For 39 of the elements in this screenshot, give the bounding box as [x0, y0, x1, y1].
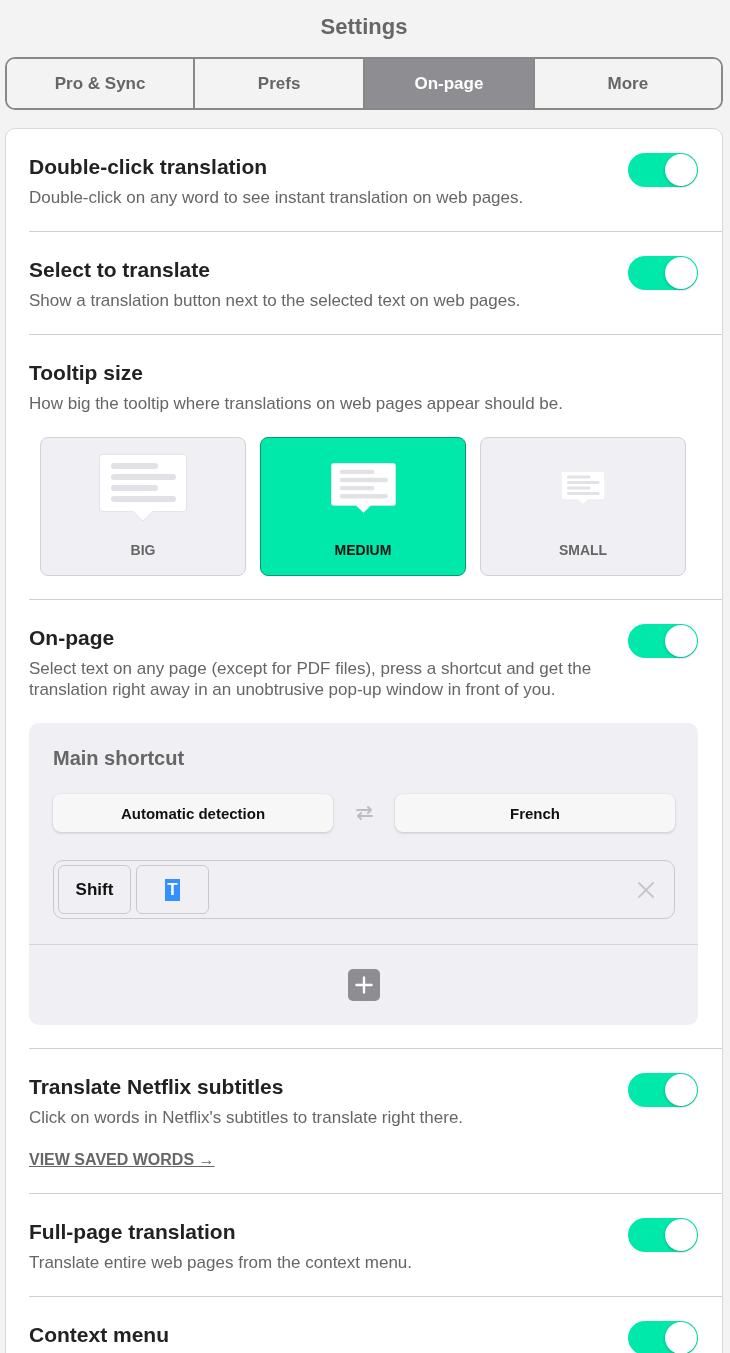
page-title: Settings: [320, 13, 408, 41]
language-button[interactable]: French: [395, 794, 675, 832]
setting-title: Full-page translation: [29, 1219, 236, 1245]
plus-icon: [354, 976, 373, 994]
setting-title: On-page: [29, 625, 115, 651]
setting-description: Show a translation button next to the selected text on web pages.: [29, 290, 521, 311]
setting-title: Context menu: [29, 1322, 169, 1348]
language-button[interactable]: Automatic detection: [53, 794, 333, 832]
tab[interactable]: On-page: [363, 59, 533, 108]
toggle-switch[interactable]: [628, 153, 698, 187]
view-saved-words-link[interactable]: VIEW SAVED WORDS →: [29, 1150, 215, 1170]
setting-description: Double-click on any word to see instant translation on web pages.: [29, 187, 524, 208]
toggle-switch[interactable]: [628, 256, 698, 290]
tab[interactable]: More: [532, 59, 721, 108]
toggle-switch[interactable]: [628, 1218, 698, 1252]
keyboard-key[interactable]: T: [136, 865, 209, 914]
setting-title: Tooltip size: [29, 360, 143, 386]
setting-description: Select text on any page (except for PDF files), press a shortcut and get the translation right away in an unobtrusive pop-up window in front of you.: [29, 658, 593, 700]
speech-bubble-icon: [330, 462, 396, 514]
speech-bubble-icon: [561, 471, 605, 505]
toggle-switch[interactable]: [628, 624, 698, 658]
setting-description: Translate entire web pages from the context menu.: [29, 1252, 412, 1273]
shortcut-field[interactable]: Shift T: [53, 860, 675, 919]
setting-title: Translate Netflix subtitles: [29, 1074, 284, 1100]
size-option[interactable]: BIG: [40, 437, 246, 576]
setting-title: Double-click translation: [29, 154, 268, 180]
swap-icon[interactable]: [354, 805, 374, 821]
panel-title: Main shortcut: [53, 747, 185, 769]
setting-title: Select to translate: [29, 257, 210, 283]
keyboard-key[interactable]: Shift: [58, 865, 131, 914]
size-option[interactable]: MEDIUM: [260, 437, 466, 576]
setting-description: How big the tooltip where translations on web pages appear should be.: [29, 393, 563, 414]
toggle-switch[interactable]: [628, 1073, 698, 1107]
speech-bubble-icon: [99, 454, 187, 522]
setting-description: Click on words in Netflix's subtitles to translate right there.: [29, 1107, 464, 1128]
size-option[interactable]: SMALL: [480, 437, 686, 576]
toggle-switch[interactable]: [628, 1321, 698, 1353]
close-icon[interactable]: [637, 880, 655, 899]
add-button[interactable]: [347, 969, 380, 1001]
